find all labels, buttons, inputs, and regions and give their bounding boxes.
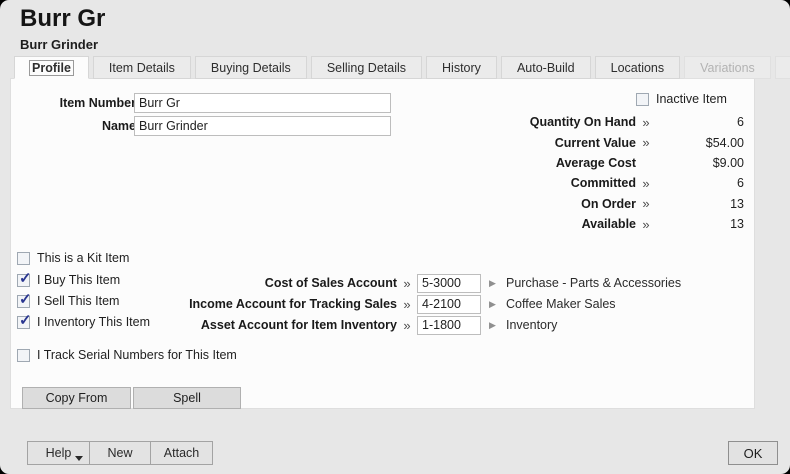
summary-label: Current Value — [466, 136, 636, 150]
tab-label: Item Details — [109, 61, 175, 75]
new-button-label: New — [107, 446, 132, 460]
page-title: Burr Gr — [20, 5, 105, 33]
account-name: Coffee Maker Sales — [506, 297, 616, 311]
help-button-label: Help — [46, 446, 72, 460]
summary-row: Available » 13 — [466, 214, 744, 234]
cost-of-sales-account-input[interactable] — [417, 274, 481, 293]
summary-row: Committed » 6 — [466, 173, 744, 193]
tab-label: Selling Details — [327, 61, 406, 75]
tab-label: Buying Details — [211, 61, 291, 75]
asset-account-row: Asset Account for Item Inventory » ▶ Inv… — [159, 315, 557, 335]
summary-value: 13 — [656, 197, 744, 211]
tab-variations: Variations — [684, 56, 771, 79]
profile-tab-panel: Item Number Name Inactive Item Quantity … — [10, 78, 755, 409]
inventory-item-checkbox[interactable] — [17, 316, 30, 329]
summary-value: 13 — [656, 217, 744, 231]
page-subtitle: Burr Grinder — [20, 37, 98, 52]
drill-arrow-icon[interactable]: » — [397, 276, 417, 291]
footer-button-group: Help New Attach — [27, 441, 213, 465]
cost-of-sales-account-row: Cost of Sales Account » ▶ Purchase - Par… — [159, 273, 681, 293]
tab-item-details[interactable]: Item Details — [93, 56, 191, 79]
chevron-down-icon — [75, 456, 83, 461]
summary-label: Quantity On Hand — [466, 115, 636, 129]
buy-item-label: I Buy This Item — [37, 273, 120, 287]
tab-label: History — [442, 61, 481, 75]
name-label: Name — [16, 119, 136, 133]
tab-label: Auto-Build — [517, 61, 575, 75]
account-label: Income Account for Tracking Sales — [159, 297, 397, 311]
summary-row: On Order » 13 — [466, 194, 744, 214]
summary-label: On Order — [466, 197, 636, 211]
name-input[interactable] — [134, 116, 391, 136]
income-account-row: Income Account for Tracking Sales » ▶ Co… — [159, 294, 616, 314]
tab-profile[interactable]: Profile — [14, 56, 89, 79]
income-account-input[interactable] — [417, 295, 481, 314]
asset-account-input[interactable] — [417, 316, 481, 335]
serial-numbers-label: I Track Serial Numbers for This Item — [37, 348, 237, 362]
inactive-item-checkbox[interactable] — [636, 93, 649, 106]
tab-auto-build[interactable]: Auto-Build — [501, 56, 591, 79]
buy-item-row: I Buy This Item — [17, 273, 120, 287]
inactive-item-row: Inactive Item — [636, 92, 727, 106]
summary-value: $54.00 — [656, 136, 744, 150]
summary-value: 6 — [656, 115, 744, 129]
tab-label: Profile — [30, 61, 73, 75]
item-number-label: Item Number — [16, 96, 136, 110]
tab-serial-numbers: Serial Numbers — [775, 56, 790, 79]
account-lookup-icon[interactable]: ▶ — [489, 278, 499, 289]
tab-locations[interactable]: Locations — [595, 56, 681, 79]
tab-history[interactable]: History — [426, 56, 497, 79]
ok-button[interactable]: OK — [728, 441, 778, 465]
drill-arrow-icon[interactable]: » — [636, 135, 656, 150]
drill-arrow-icon[interactable]: » — [636, 217, 656, 232]
account-label: Asset Account for Item Inventory — [159, 318, 397, 332]
inventory-item-label: I Inventory This Item — [37, 315, 150, 329]
drill-arrow-icon[interactable]: » — [397, 318, 417, 333]
summary-row: Average Cost $9.00 — [466, 153, 744, 173]
summary-label: Average Cost — [466, 156, 636, 170]
drill-arrow-icon[interactable]: » — [636, 176, 656, 191]
account-name: Inventory — [506, 318, 557, 332]
sell-item-row: I Sell This Item — [17, 294, 119, 308]
attach-button[interactable]: Attach — [150, 441, 213, 465]
drill-arrow-icon[interactable]: » — [636, 115, 656, 130]
inventory-item-row: I Inventory This Item — [17, 315, 150, 329]
item-information-window: Burr Gr Burr Grinder Profile Item Detail… — [0, 0, 790, 474]
drill-arrow-icon[interactable]: » — [636, 196, 656, 211]
account-name: Purchase - Parts & Accessories — [506, 276, 681, 290]
kit-item-row: This is a Kit Item — [17, 251, 129, 265]
serial-numbers-row: I Track Serial Numbers for This Item — [17, 348, 237, 362]
account-label: Cost of Sales Account — [159, 276, 397, 290]
summary-row: Quantity On Hand » 6 — [466, 112, 744, 132]
spell-button[interactable]: Spell — [133, 387, 241, 409]
inactive-item-label: Inactive Item — [656, 92, 727, 106]
tab-label: Locations — [611, 61, 665, 75]
item-number-input[interactable] — [134, 93, 391, 113]
drill-arrow-icon[interactable]: » — [397, 297, 417, 312]
tab-selling-details[interactable]: Selling Details — [311, 56, 422, 79]
buy-item-checkbox[interactable] — [17, 274, 30, 287]
summary-value: $9.00 — [656, 156, 744, 170]
tab-bar: Profile Item Details Buying Details Sell… — [14, 56, 790, 79]
summary-value: 6 — [656, 176, 744, 190]
help-button[interactable]: Help — [27, 441, 90, 465]
copy-from-button[interactable]: Copy From — [22, 387, 131, 409]
account-lookup-icon[interactable]: ▶ — [489, 320, 499, 331]
kit-item-checkbox[interactable] — [17, 252, 30, 265]
sell-item-checkbox[interactable] — [17, 295, 30, 308]
attach-button-label: Attach — [164, 446, 199, 460]
summary-label: Available — [466, 217, 636, 231]
summary-row: Current Value » $54.00 — [466, 132, 744, 152]
new-button[interactable]: New — [89, 441, 151, 465]
tab-label: Variations — [700, 61, 755, 75]
summary-label: Committed — [466, 176, 636, 190]
sell-item-label: I Sell This Item — [37, 294, 119, 308]
kit-item-label: This is a Kit Item — [37, 251, 129, 265]
serial-numbers-checkbox[interactable] — [17, 349, 30, 362]
account-lookup-icon[interactable]: ▶ — [489, 299, 499, 310]
tab-buying-details[interactable]: Buying Details — [195, 56, 307, 79]
stock-summary: Quantity On Hand » 6 Current Value » $54… — [466, 112, 744, 234]
